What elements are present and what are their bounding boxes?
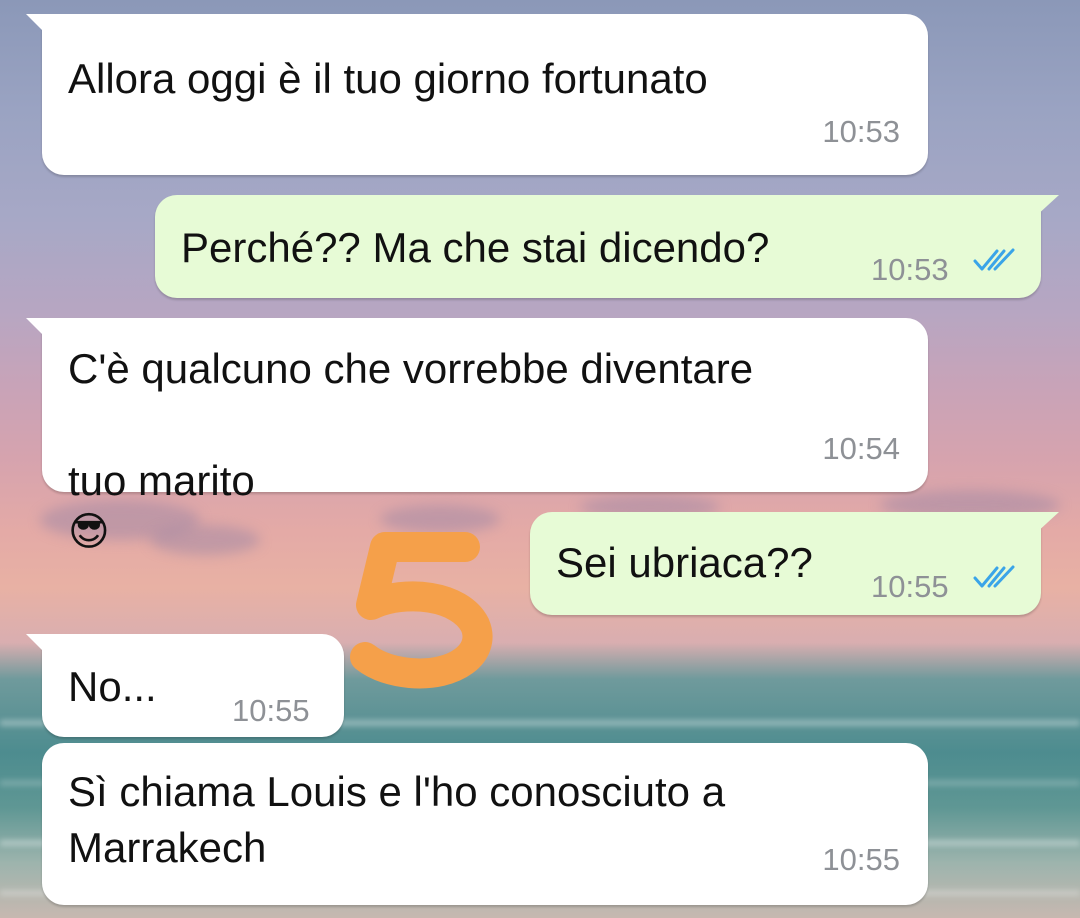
message-timestamp: 10:54	[822, 431, 900, 466]
smiling-face-with-sunglasses-icon: 😎	[68, 509, 110, 555]
bubble-tail	[26, 318, 48, 340]
message-timestamp: 10:55	[232, 693, 310, 728]
bubble-tail	[1035, 512, 1059, 534]
number-five-overlay	[350, 532, 493, 689]
message-bubble-incoming[interactable]: Allora oggi è il tuo giorno fortunato 10…	[26, 14, 928, 175]
message-text-line-2: tuo marito 😎	[68, 406, 255, 557]
message-bubble-outgoing[interactable]: Sei ubriaca?? 10:55	[530, 512, 1059, 615]
message-timestamp: 10:53	[822, 114, 900, 149]
message-timestamp: 10:55	[822, 842, 900, 877]
message-bubble-incoming[interactable]: No... 10:55	[26, 634, 344, 737]
message-timestamp: 10:55	[871, 569, 949, 604]
message-text: Sì chiama Louis e l'ho conosciuto a	[68, 768, 726, 815]
message-bubble-outgoing[interactable]: Perché?? Ma che stai dicendo? 10:53	[155, 195, 1059, 298]
message-text: tuo marito	[68, 457, 255, 504]
message-timestamp: 10:53	[871, 252, 949, 287]
message-text: No...	[68, 663, 157, 710]
double-check-icon	[973, 565, 1015, 588]
message-text: Marrakech	[68, 824, 267, 871]
bubble-tail	[26, 14, 48, 36]
bubble-tail	[26, 634, 48, 656]
message-text: Sei ubriaca??	[556, 539, 813, 586]
message-text: C'è qualcuno che vorrebbe diventare	[68, 345, 754, 392]
bubble-tail	[1035, 195, 1059, 217]
message-bubble-incoming[interactable]: C'è qualcuno che vorrebbe diventare tuo …	[26, 318, 928, 555]
double-check-icon	[973, 248, 1015, 271]
message-bubble-incoming[interactable]: Sì chiama Louis e l'ho conosciuto a Marr…	[42, 743, 928, 905]
message-text: Allora oggi è il tuo giorno fortunato	[68, 55, 708, 102]
message-text: Perché?? Ma che stai dicendo?	[181, 224, 770, 271]
